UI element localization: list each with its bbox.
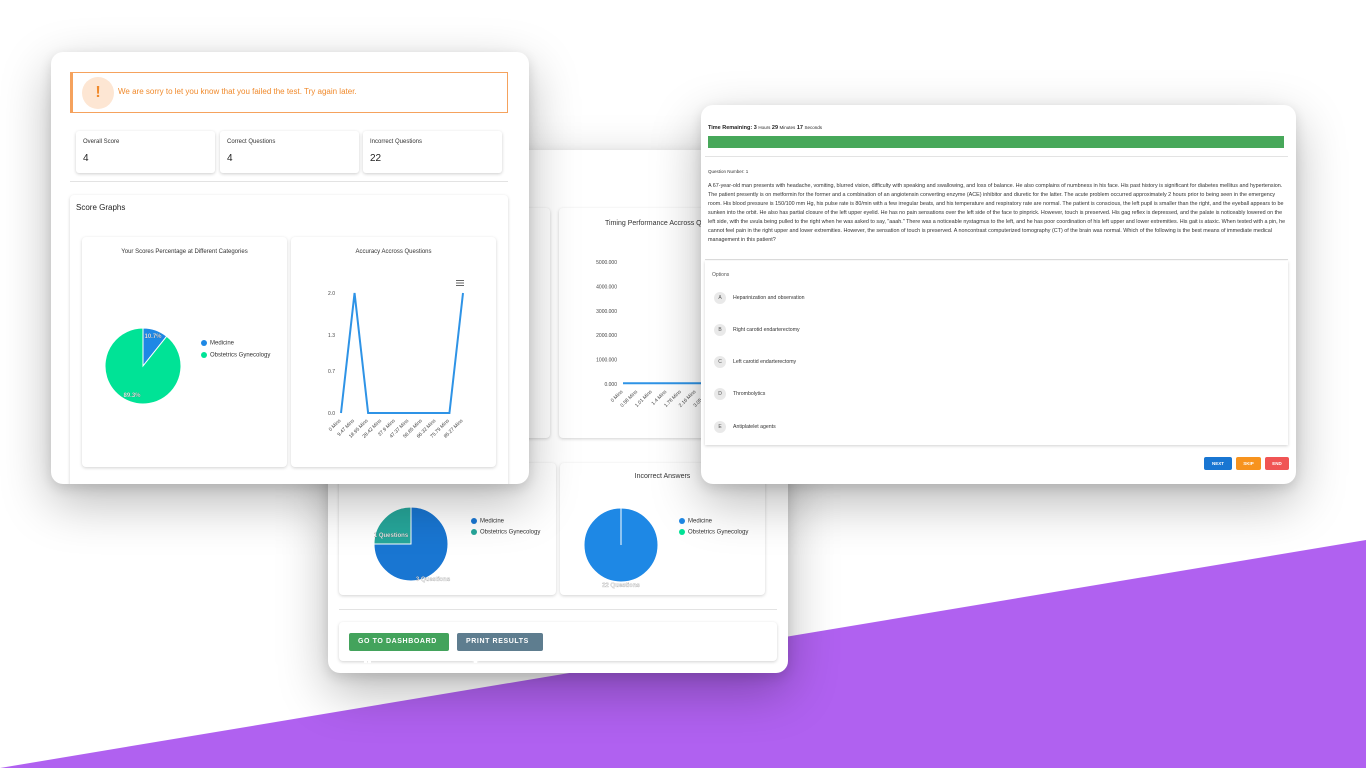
- time-hours-unit: Hours: [758, 125, 771, 130]
- option-text: Right carotid endarterectomy: [733, 327, 800, 333]
- option-text: Left carotid endarterectomy: [733, 359, 797, 365]
- score-graphs-panel: Score Graphs Your Scores Percentage at D…: [70, 195, 508, 484]
- pie-data-label: 1 Questions: [374, 533, 409, 539]
- time-hours: 3: [753, 125, 757, 131]
- skip-button[interactable]: SKIP: [1236, 457, 1261, 470]
- obstetrics-legend-dot: [201, 352, 207, 358]
- stat-label: Correct Questions: [227, 139, 276, 145]
- legend-obstetrics: Obstetrics Gynecology: [679, 529, 748, 536]
- legend-obstetrics: Obstetrics Gynecology: [201, 352, 270, 359]
- option-letter: D: [714, 388, 726, 400]
- divider: [339, 609, 777, 610]
- legend-medicine-label: Medicine: [688, 518, 713, 525]
- legend-obstetrics-label: Obstetrics Gynecology: [688, 529, 749, 536]
- stat-label: Overall Score: [83, 139, 120, 145]
- divider: [705, 259, 1288, 260]
- obstetrics-legend-dot: [471, 529, 477, 535]
- stat-value: 22: [370, 153, 382, 164]
- y-tick-label: 5000.000: [596, 260, 617, 266]
- medicine-legend-dot: [471, 518, 477, 524]
- options-panel: Options A Heparinization and observation…: [705, 261, 1288, 445]
- score-graphs-title: Score Graphs: [76, 203, 126, 212]
- time-remaining: Time Remaining: 3 Hours 29 Minutes 17 Se…: [708, 125, 822, 131]
- accuracy-chart-panel: Accuracy Accross Questions 0.0 0.7 1.3 2.0 0…: [291, 237, 496, 467]
- option-text: Heparinization and observation: [733, 295, 805, 301]
- y-tick-label: 0.7: [328, 369, 335, 375]
- incorrect-questions-card: Incorrect Questions 22: [363, 131, 502, 173]
- y-tick-label: 0.0: [328, 411, 335, 417]
- legend-medicine: Medicine: [679, 518, 712, 525]
- pie-data-label: 22 Questions: [602, 583, 640, 589]
- correct-questions-card: Correct Questions 4: [220, 131, 359, 173]
- time-minutes-unit: Minutes: [779, 125, 796, 130]
- pie-data-label: 10.7%: [144, 334, 162, 340]
- legend-medicine: Medicine: [471, 518, 504, 525]
- question-number: Question Number: 1: [708, 169, 749, 174]
- exam-window: Time Remaining: 3 Hours 29 Minutes 17 Se…: [701, 105, 1296, 484]
- go-to-dashboard-label: GO TO DASHBOARD: [358, 638, 437, 645]
- pie-slice: [104, 327, 182, 405]
- options-title: Options: [712, 272, 730, 278]
- time-seconds-unit: Seconds: [804, 125, 823, 130]
- divider: [705, 156, 1288, 157]
- y-tick-label: 0.000: [604, 382, 617, 388]
- time-seconds: 17: [796, 125, 803, 131]
- print-results-button[interactable]: PRINT RESULTS: [457, 633, 543, 663]
- end-button[interactable]: END: [1265, 457, 1289, 470]
- failed-test-alert: ! We are sorry to let you know that you …: [70, 72, 508, 113]
- divider: [70, 181, 508, 182]
- overall-score-card: Overall Score 4: [76, 131, 215, 173]
- pie-data-label: 89.3%: [123, 393, 141, 399]
- option-letter: B: [714, 324, 726, 336]
- legend-obstetrics: Obstetrics Gynecology: [471, 529, 540, 536]
- medicine-legend-dot: [679, 518, 685, 524]
- legend-obstetrics-label: Obstetrics Gynecology: [480, 529, 541, 536]
- stat-label: Incorrect Questions: [370, 139, 423, 145]
- time-remaining-label: Time Remaining:: [708, 125, 753, 131]
- printer-icon: [472, 655, 479, 663]
- time-minutes: 29: [771, 125, 779, 131]
- legend-medicine-label: Medicine: [210, 340, 235, 347]
- time-progress-fill: [708, 136, 1284, 148]
- option-text: Thrombolytics: [733, 391, 766, 397]
- alert-message: We are sorry to let you know that you fa…: [118, 87, 357, 96]
- time-progress-bar: [708, 136, 1284, 148]
- option-text: Antiplatelet agents: [733, 424, 776, 430]
- pie-data-label: 3 Questions: [416, 577, 451, 583]
- go-to-dashboard-button[interactable]: GO TO DASHBOARD: [349, 633, 449, 663]
- print-results-label: PRINT RESULTS: [466, 638, 529, 645]
- y-tick-label: 2000.000: [596, 333, 617, 339]
- option-letter: E: [714, 421, 726, 433]
- y-tick-label: 1000.000: [596, 358, 617, 364]
- y-tick-label: 2.0: [328, 291, 335, 297]
- category-pie-panel: Your Scores Percentage at Different Cate…: [82, 237, 287, 467]
- stat-value: 4: [227, 153, 233, 164]
- legend-medicine: Medicine: [201, 340, 234, 347]
- medicine-legend-dot: [201, 340, 207, 346]
- score-window: ! We are sorry to let you know that you …: [51, 52, 529, 484]
- exclamation-icon: !: [82, 77, 114, 109]
- legend-obstetrics-label: Obstetrics Gynecology: [210, 352, 271, 359]
- y-tick-label: 1.3: [328, 333, 335, 339]
- y-tick-label: 3000.000: [596, 309, 617, 315]
- actions-panel: GO TO DASHBOARD PRINT RESULTS: [339, 622, 777, 663]
- legend-medicine-label: Medicine: [480, 518, 505, 525]
- accuracy-line-chart: 0.00.71.32.00 Mins9.47 Mins18.95 Mins28.…: [328, 291, 465, 440]
- stat-value: 4: [83, 153, 89, 164]
- dashboard-icon: [364, 655, 371, 663]
- series-line: [340, 292, 464, 414]
- obstetrics-legend-dot: [679, 529, 685, 535]
- option-letter: A: [714, 292, 726, 304]
- option-letter: C: [714, 356, 726, 368]
- y-tick-label: 4000.000: [596, 284, 617, 290]
- question-text: A 67-year-old man presents with headache…: [708, 183, 1286, 243]
- next-button[interactable]: NEXT: [1204, 457, 1232, 470]
